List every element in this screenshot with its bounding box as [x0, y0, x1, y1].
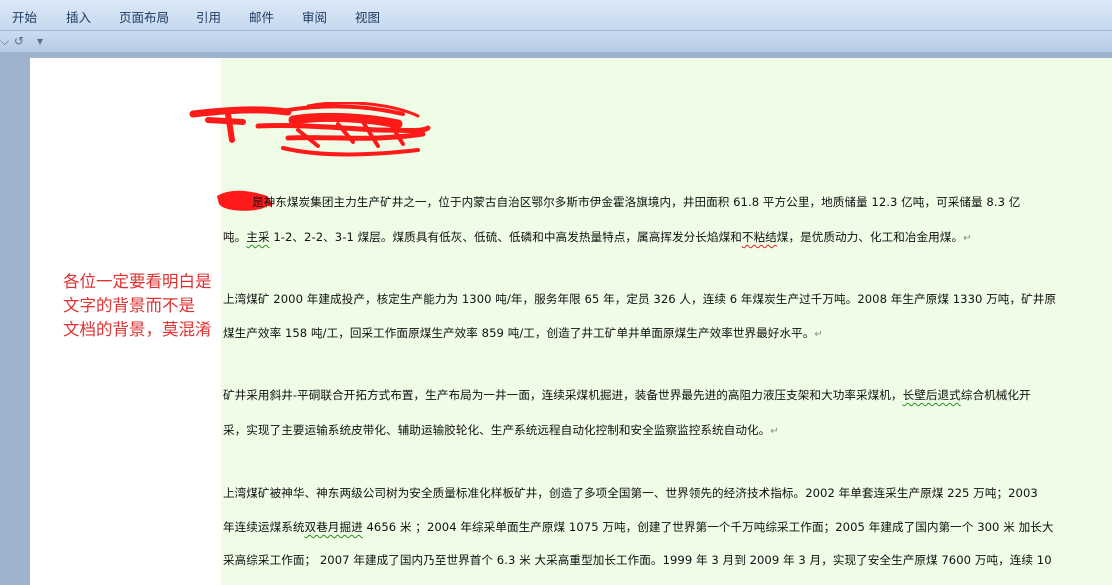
tab-home[interactable]: 开始: [12, 7, 37, 26]
heading-redaction-scribble: [189, 102, 431, 157]
document-workspace: 是神东煤炭集团主力生产矿井之一，位于内蒙古自治区鄂尔多斯市伊金霍洛旗境内，井田面…: [0, 53, 1112, 585]
paragraph-mark: ↵: [814, 329, 823, 340]
document-line-2: 吨。主采 1-2、2-2、3-1 煤层。煤质具有低灰、低硫、低磷和中高发热量特点…: [223, 230, 972, 244]
document-page[interactable]: 是神东煤炭集团主力生产矿井之一，位于内蒙古自治区鄂尔多斯市伊金霍洛旗境内，井田面…: [30, 58, 1112, 585]
annotation-line: 各位一定要看明白是: [63, 272, 212, 291]
document-line-9: 采高综采工作面； 2007 年建成了国内乃至世界首个 6.3 米 大采高重型加长…: [223, 553, 1052, 567]
document-line-4: 煤生产效率 158 吨/工，回采工作面原煤生产效率 859 吨/工，创造了井工矿…: [223, 326, 823, 340]
document-line-3: 上湾煤矿 2000 年建成投产，核定生产能力为 1300 吨/年，服务年限 65…: [223, 292, 1057, 306]
tab-review[interactable]: 审阅: [302, 7, 327, 26]
tab-mailings[interactable]: 邮件: [249, 7, 274, 26]
document-line-7: 上湾煤矿被神华、神东两级公司树为安全质量标准化样板矿井，创造了多项全国第一、世界…: [223, 486, 1038, 500]
tab-insert[interactable]: 插入: [66, 7, 91, 26]
qat-left-icon[interactable]: ⌵: [0, 32, 9, 50]
document-line-8: 年连续运煤系统双巷月掘进 4656 米 ；2004 年综采单面生产原煤 1075…: [223, 520, 1054, 534]
paragraph-mark: ↵: [770, 426, 779, 437]
document-line-5: 矿井采用斜井-平硐联合开拓方式布置，生产布局为一井一面，连续采煤机掘进，装备世界…: [223, 388, 1031, 402]
annotation-line: 文档的背景，莫混淆: [63, 320, 212, 339]
annotation-line: 文字的背景而不是: [63, 296, 195, 315]
undo-icon[interactable]: ↺: [14, 32, 24, 50]
ribbon-tab-bar: 开始 插入 页面布局 引用 邮件 审阅 视图: [0, 0, 1112, 31]
tab-page-layout[interactable]: 页面布局: [119, 7, 169, 26]
document-line-6: 采，实现了主要运输系统皮带化、辅助运输胶轮化、生产系统远程自动化控制和安全监察监…: [223, 423, 779, 437]
tab-view[interactable]: 视图: [355, 7, 380, 26]
paragraph-mark: ↵: [963, 233, 972, 244]
tab-references[interactable]: 引用: [196, 7, 221, 26]
document-line-1: 是神东煤炭集团主力生产矿井之一，位于内蒙古自治区鄂尔多斯市伊金霍洛旗境内，井田面…: [252, 195, 1021, 209]
quick-access-toolbar: ⌵ ↺ ▾: [0, 31, 1112, 53]
red-annotation-note: 各位一定要看明白是 文字的背景而不是 文档的背景，莫混淆: [63, 270, 253, 342]
customize-qat-icon[interactable]: ▾: [37, 32, 43, 50]
